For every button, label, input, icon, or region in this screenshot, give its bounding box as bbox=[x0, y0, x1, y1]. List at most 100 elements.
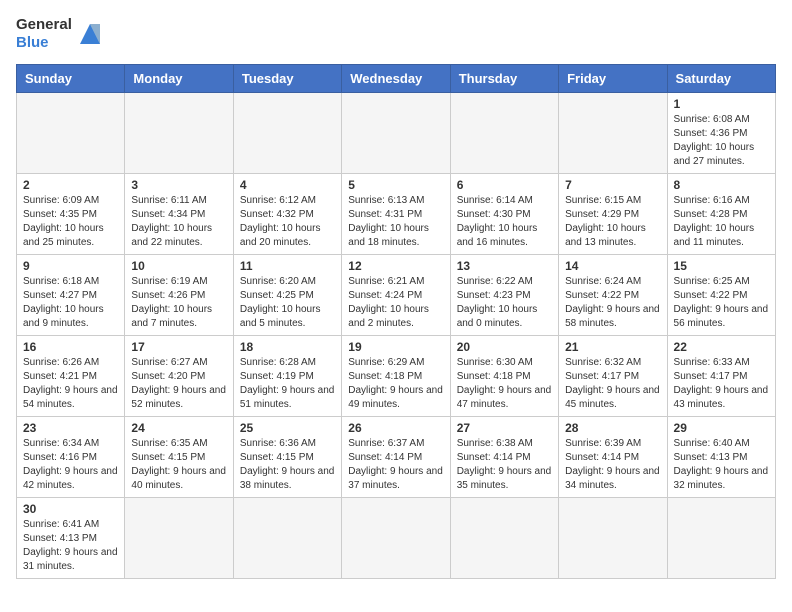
day-number: 27 bbox=[457, 421, 552, 435]
day-info: Sunrise: 6:39 AM Sunset: 4:14 PM Dayligh… bbox=[565, 437, 660, 493]
day-number: 25 bbox=[240, 421, 335, 435]
day-info: Sunrise: 6:37 AM Sunset: 4:14 PM Dayligh… bbox=[348, 437, 443, 493]
day-info: Sunrise: 6:11 AM Sunset: 4:34 PM Dayligh… bbox=[131, 194, 226, 250]
day-info: Sunrise: 6:32 AM Sunset: 4:17 PM Dayligh… bbox=[565, 356, 660, 412]
calendar-cell: 10 Sunrise: 6:19 AM Sunset: 4:26 PM Dayli… bbox=[125, 255, 233, 336]
day-info: Sunrise: 6:28 AM Sunset: 4:19 PM Dayligh… bbox=[240, 356, 335, 412]
day-info: Sunrise: 6:18 AM Sunset: 4:27 PM Dayligh… bbox=[23, 275, 118, 331]
calendar-cell bbox=[559, 498, 667, 579]
calendar-cell: 30Sunrise: 6:41 AM Sunset: 4:13 PM Dayli… bbox=[17, 498, 125, 579]
day-number: 26 bbox=[348, 421, 443, 435]
week-row-1: 2Sunrise: 6:09 AM Sunset: 4:35 PM Daylig… bbox=[17, 174, 776, 255]
calendar-cell: 9 Sunrise: 6:18 AM Sunset: 4:27 PM Daylig… bbox=[17, 255, 125, 336]
calendar-cell: 22Sunrise: 6:33 AM Sunset: 4:17 PM Dayli… bbox=[667, 336, 775, 417]
calendar-cell: 20Sunrise: 6:30 AM Sunset: 4:18 PM Dayli… bbox=[450, 336, 558, 417]
weekday-header-wednesday: Wednesday bbox=[342, 65, 450, 93]
weekday-header-monday: Monday bbox=[125, 65, 233, 93]
day-number: 23 bbox=[23, 421, 118, 435]
calendar-table: SundayMondayTuesdayWednesdayThursdayFrid… bbox=[16, 64, 776, 579]
day-number: 2 bbox=[23, 178, 118, 192]
calendar-cell bbox=[559, 93, 667, 174]
day-number: 5 bbox=[348, 178, 443, 192]
calendar-cell: 6Sunrise: 6:14 AM Sunset: 4:30 PM Daylig… bbox=[450, 174, 558, 255]
calendar-cell: 28 Sunrise: 6:39 AM Sunset: 4:14 PM Dayli… bbox=[559, 417, 667, 498]
calendar-cell: 17Sunrise: 6:27 AM Sunset: 4:20 PM Dayli… bbox=[125, 336, 233, 417]
day-number: 11 bbox=[240, 259, 335, 273]
weekday-header-thursday: Thursday bbox=[450, 65, 558, 93]
day-number: 28 bbox=[565, 421, 660, 435]
calendar-cell bbox=[17, 93, 125, 174]
day-info: Sunrise: 6:13 AM Sunset: 4:31 PM Dayligh… bbox=[348, 194, 443, 250]
day-info: Sunrise: 6:35 AM Sunset: 4:15 PM Dayligh… bbox=[131, 437, 226, 493]
calendar-cell: 11 Sunrise: 6:20 AM Sunset: 4:25 PM Dayli… bbox=[233, 255, 341, 336]
logo: General Blue bbox=[16, 16, 104, 52]
day-number: 24 bbox=[131, 421, 226, 435]
weekday-header-saturday: Saturday bbox=[667, 65, 775, 93]
week-row-2: 9 Sunrise: 6:18 AM Sunset: 4:27 PM Daylig… bbox=[17, 255, 776, 336]
day-info: Sunrise: 6:33 AM Sunset: 4:17 PM Dayligh… bbox=[674, 356, 769, 412]
calendar-cell: 3 Sunrise: 6:11 AM Sunset: 4:34 PM Daylig… bbox=[125, 174, 233, 255]
calendar-cell: 18 Sunrise: 6:28 AM Sunset: 4:19 PM Dayli… bbox=[233, 336, 341, 417]
calendar-cell bbox=[233, 498, 341, 579]
day-number: 9 bbox=[23, 259, 118, 273]
day-info: Sunrise: 6:16 AM Sunset: 4:28 PM Dayligh… bbox=[674, 194, 769, 250]
week-row-0: 1 Sunrise: 6:08 AM Sunset: 4:36 PM Daylig… bbox=[17, 93, 776, 174]
day-info: Sunrise: 6:12 AM Sunset: 4:32 PM Dayligh… bbox=[240, 194, 335, 250]
calendar-cell: 1 Sunrise: 6:08 AM Sunset: 4:36 PM Daylig… bbox=[667, 93, 775, 174]
page-container: General Blue SundayMondayTuesdayWednesda… bbox=[16, 16, 776, 579]
day-number: 18 bbox=[240, 340, 335, 354]
logo-triangle-icon bbox=[76, 20, 104, 48]
calendar-cell bbox=[450, 498, 558, 579]
day-info: Sunrise: 6:29 AM Sunset: 4:18 PM Dayligh… bbox=[348, 356, 443, 412]
day-info: Sunrise: 6:27 AM Sunset: 4:20 PM Dayligh… bbox=[131, 356, 226, 412]
week-row-3: 16 Sunrise: 6:26 AM Sunset: 4:21 PM Dayli… bbox=[17, 336, 776, 417]
calendar-cell bbox=[233, 93, 341, 174]
day-info: Sunrise: 6:20 AM Sunset: 4:25 PM Dayligh… bbox=[240, 275, 335, 331]
day-number: 16 bbox=[23, 340, 118, 354]
calendar-cell: 5 Sunrise: 6:13 AM Sunset: 4:31 PM Daylig… bbox=[342, 174, 450, 255]
calendar-cell bbox=[450, 93, 558, 174]
calendar-cell: 7 Sunrise: 6:15 AM Sunset: 4:29 PM Daylig… bbox=[559, 174, 667, 255]
day-info: Sunrise: 6:38 AM Sunset: 4:14 PM Dayligh… bbox=[457, 437, 552, 493]
day-number: 4 bbox=[240, 178, 335, 192]
logo-text: General Blue bbox=[16, 16, 72, 52]
day-info: Sunrise: 6:15 AM Sunset: 4:29 PM Dayligh… bbox=[565, 194, 660, 250]
calendar-cell: 14Sunrise: 6:24 AM Sunset: 4:22 PM Dayli… bbox=[559, 255, 667, 336]
calendar-cell: 4 Sunrise: 6:12 AM Sunset: 4:32 PM Daylig… bbox=[233, 174, 341, 255]
calendar-cell bbox=[342, 93, 450, 174]
day-number: 7 bbox=[565, 178, 660, 192]
calendar-cell: 25 Sunrise: 6:36 AM Sunset: 4:15 PM Dayli… bbox=[233, 417, 341, 498]
day-info: Sunrise: 6:19 AM Sunset: 4:26 PM Dayligh… bbox=[131, 275, 226, 331]
day-info: Sunrise: 6:26 AM Sunset: 4:21 PM Dayligh… bbox=[23, 356, 118, 412]
calendar-cell: 12Sunrise: 6:21 AM Sunset: 4:24 PM Dayli… bbox=[342, 255, 450, 336]
day-number: 20 bbox=[457, 340, 552, 354]
day-number: 29 bbox=[674, 421, 769, 435]
day-info: Sunrise: 6:22 AM Sunset: 4:23 PM Dayligh… bbox=[457, 275, 552, 331]
day-number: 1 bbox=[674, 97, 769, 111]
calendar-cell: 23Sunrise: 6:34 AM Sunset: 4:16 PM Dayli… bbox=[17, 417, 125, 498]
day-number: 3 bbox=[131, 178, 226, 192]
day-info: Sunrise: 6:36 AM Sunset: 4:15 PM Dayligh… bbox=[240, 437, 335, 493]
calendar-cell: 19Sunrise: 6:29 AM Sunset: 4:18 PM Dayli… bbox=[342, 336, 450, 417]
calendar-cell: 29Sunrise: 6:40 AM Sunset: 4:13 PM Dayli… bbox=[667, 417, 775, 498]
calendar-cell: 15Sunrise: 6:25 AM Sunset: 4:22 PM Dayli… bbox=[667, 255, 775, 336]
day-number: 21 bbox=[565, 340, 660, 354]
calendar-cell bbox=[667, 498, 775, 579]
week-row-5: 30Sunrise: 6:41 AM Sunset: 4:13 PM Dayli… bbox=[17, 498, 776, 579]
weekday-header-friday: Friday bbox=[559, 65, 667, 93]
calendar-cell: 2Sunrise: 6:09 AM Sunset: 4:35 PM Daylig… bbox=[17, 174, 125, 255]
day-info: Sunrise: 6:08 AM Sunset: 4:36 PM Dayligh… bbox=[674, 113, 769, 169]
calendar-cell bbox=[125, 498, 233, 579]
day-info: Sunrise: 6:14 AM Sunset: 4:30 PM Dayligh… bbox=[457, 194, 552, 250]
day-info: Sunrise: 6:25 AM Sunset: 4:22 PM Dayligh… bbox=[674, 275, 769, 331]
day-number: 10 bbox=[131, 259, 226, 273]
calendar-cell: 24 Sunrise: 6:35 AM Sunset: 4:15 PM Dayli… bbox=[125, 417, 233, 498]
weekday-header-sunday: Sunday bbox=[17, 65, 125, 93]
weekday-header-row: SundayMondayTuesdayWednesdayThursdayFrid… bbox=[17, 65, 776, 93]
calendar-cell bbox=[342, 498, 450, 579]
calendar-cell: 13Sunrise: 6:22 AM Sunset: 4:23 PM Dayli… bbox=[450, 255, 558, 336]
weekday-header-tuesday: Tuesday bbox=[233, 65, 341, 93]
calendar-cell: 16 Sunrise: 6:26 AM Sunset: 4:21 PM Dayli… bbox=[17, 336, 125, 417]
calendar-cell: 21 Sunrise: 6:32 AM Sunset: 4:17 PM Dayli… bbox=[559, 336, 667, 417]
calendar-cell: 8Sunrise: 6:16 AM Sunset: 4:28 PM Daylig… bbox=[667, 174, 775, 255]
